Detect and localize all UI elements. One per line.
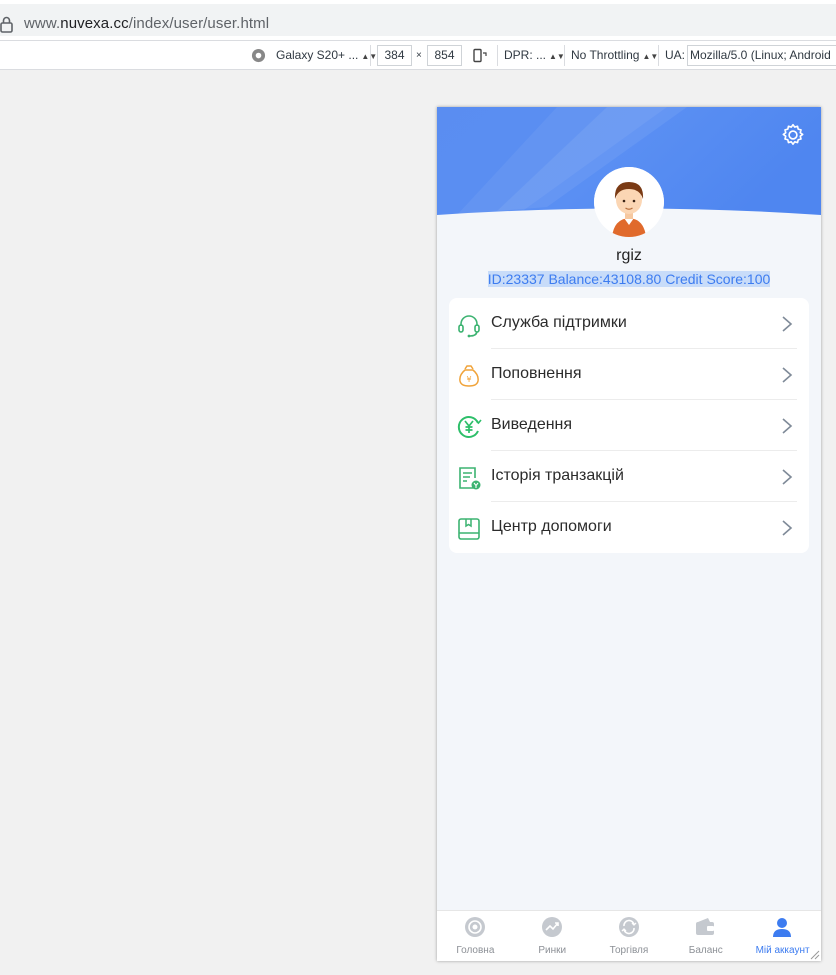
tab-home[interactable]: Головна [437,911,514,961]
menu-item-deposit[interactable]: ¥ Поповнення [449,349,809,400]
chevron-right-icon [782,520,793,536]
dpr-select[interactable]: DPR: ... ▲▼ [504,41,565,70]
username: rgiz [616,247,642,264]
help-book-icon [458,518,480,540]
ua-label: UA: [665,48,686,62]
viewport-height-input[interactable]: 854 [427,45,462,66]
yen-withdraw-icon [457,416,482,438]
tab-label: Торгівля [609,945,649,956]
settings-gear-icon[interactable] [780,122,806,148]
chevron-right-icon [782,418,793,434]
money-bag-icon: ¥ [459,365,479,387]
browser-url-bar: www.nuvexa.cc/index/user/user.html [0,0,836,40]
account-menu: Служба підтримки ¥ Поповнення Виведення [449,298,809,553]
address-field[interactable]: www.nuvexa.cc/index/user/user.html [0,4,836,36]
chevron-right-icon [782,367,793,383]
menu-item-label: Історія транзакцій [491,467,624,484]
menu-item-support[interactable]: Служба підтримки [449,298,809,349]
account-info: ID:23337 Balance:43108.80 Credit Score:1… [487,271,771,287]
avatar[interactable] [594,167,664,237]
avatar-image [594,167,664,237]
menu-item-label: Виведення [491,416,573,433]
menu-item-label: Поповнення [491,365,582,382]
menu-item-label: Центр допомоги [491,518,612,535]
svg-text:¥: ¥ [466,375,471,384]
transaction-history-icon [459,467,481,490]
menu-item-label: Служба підтримки [491,314,627,331]
menu-item-transaction-history[interactable]: Історія транзакцій [449,451,809,502]
lock-icon [0,16,13,33]
device-select[interactable]: Galaxy S20+ ...▲▼ [276,41,377,70]
phone-viewport: rgiz ID:23337 Balance:43108.80 Credit Sc… [437,107,821,961]
markets-icon [541,917,562,937]
chevron-right-icon [782,469,793,485]
headset-icon [458,315,480,338]
resize-grip-icon[interactable] [808,948,820,960]
viewport-width-input[interactable]: 384 [377,45,412,66]
wallet-icon [696,918,715,935]
tab-trade[interactable]: Торгівля [591,911,668,961]
tab-label: Ринки [538,945,567,956]
times-sign: × [416,50,422,61]
menu-item-withdraw[interactable]: Виведення [449,400,809,451]
url-text[interactable]: www.nuvexa.cc/index/user/user.html [24,15,269,32]
bottom-tab-bar: Головна Ринки Торгівля Баланс Мій аккаун… [437,910,821,961]
tab-balance[interactable]: Баланс [667,911,744,961]
home-icon [465,917,485,937]
chevron-right-icon [782,316,793,332]
tab-markets[interactable]: Ринки [514,911,591,961]
menu-item-help-center[interactable]: Центр допомоги [449,502,809,553]
trade-icon [618,917,639,937]
rotate-icon[interactable] [472,48,488,64]
device-toolbar: Galaxy S20+ ...▲▼ 384 × 854 DPR: ...▲▼ N… [0,40,836,70]
user-icon [773,918,792,937]
throttling-select[interactable]: No Throttling ▲▼ [571,41,658,70]
ua-input[interactable]: Mozilla/5.0 (Linux; Android [687,45,836,66]
tab-label: Головна [456,945,495,956]
tab-label: Баланс [688,945,723,956]
device-mode-icon [251,48,266,63]
